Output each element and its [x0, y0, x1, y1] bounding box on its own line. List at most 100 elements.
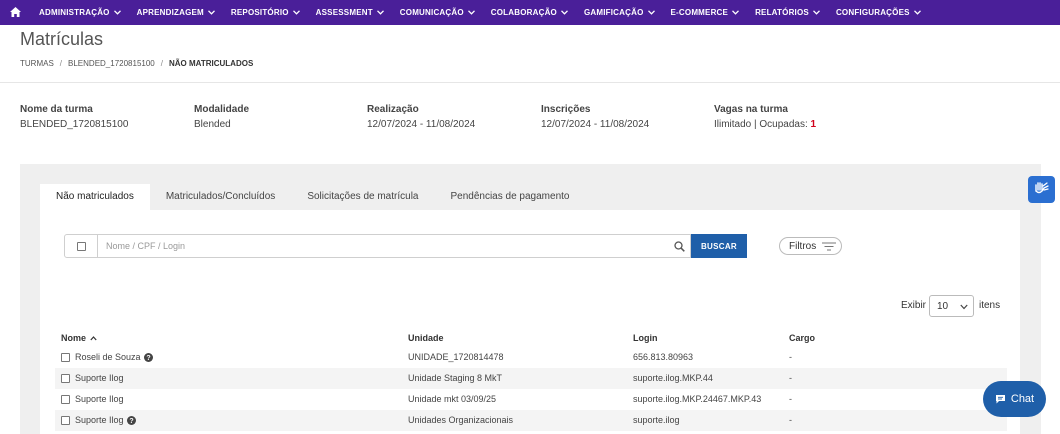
nav-label: E-COMMERCE: [670, 8, 729, 17]
accessibility-button[interactable]: [1028, 176, 1055, 203]
user-name: Suporte Ilog: [75, 373, 124, 383]
cell-unidade: Unidade Staging 8 MkT: [408, 373, 503, 383]
user-name: Roseli de Souza: [75, 352, 141, 362]
row-checkbox[interactable]: [61, 395, 70, 404]
info-label: Inscrições: [541, 104, 591, 115]
cell-nome: Suporte Ilog ?: [61, 410, 136, 431]
nav-comunicacao[interactable]: COMUNICAÇÃO: [400, 0, 475, 25]
tab-nao-matriculados[interactable]: Não matriculados: [40, 184, 150, 210]
tab-pendencias-pagamento[interactable]: Pendências de pagamento: [434, 184, 585, 210]
row-checkbox[interactable]: [61, 374, 70, 383]
nav-relatorios[interactable]: RELATÓRIOS: [755, 0, 820, 25]
info-vagas: Vagas na turma Ilimitado | Ocupadas: 1: [714, 104, 816, 130]
nav-label: REPOSITÓRIO: [230, 8, 289, 17]
itens-label: itens: [979, 300, 1001, 311]
chevron-down-icon: [960, 302, 968, 313]
info-label: Nome da turma: [20, 104, 93, 115]
info-label: Realização: [367, 104, 419, 115]
cell-login: suporte.ilog: [633, 415, 680, 425]
buscar-button[interactable]: BUSCAR: [691, 234, 747, 258]
column-header-unidade: Unidade: [408, 333, 444, 343]
cell-login: suporte.ilog.MKP.44: [633, 373, 713, 383]
svg-text:?: ?: [146, 355, 150, 362]
nav-label: GAMIFICAÇÃO: [583, 8, 644, 17]
breadcrumb: TURMAS / BLENDED_1720815100 / NÃO MATRIC…: [20, 59, 253, 68]
cell-nome: Suporte Ilog: [61, 368, 124, 389]
tab-bar: Não matriculados Matriculados/Concluídos…: [40, 184, 585, 210]
chevron-down-icon: [113, 10, 121, 15]
tab-matriculados-concluidos[interactable]: Matriculados/Concluídos: [150, 184, 292, 210]
cell-unidade: Unidades Organizacionais: [408, 415, 514, 425]
nav-label: COMUNICAÇÃO: [399, 8, 464, 17]
info-inscricoes: Inscrições 12/07/2024 - 11/08/2024: [541, 104, 649, 130]
chevron-down-icon: [561, 10, 568, 15]
user-name: Suporte Ilog: [75, 415, 124, 425]
nav-administracao[interactable]: ADMINISTRAÇÃO: [39, 0, 121, 25]
breadcrumb-item-turma[interactable]: BLENDED_1720815100: [68, 59, 155, 68]
row-checkbox[interactable]: [61, 416, 70, 425]
nav-aprendizagem[interactable]: APRENDIZAGEM: [137, 0, 215, 25]
filter-icon: [822, 242, 837, 251]
info-value: BLENDED_1720815100: [20, 119, 129, 130]
info-value: Ilimitado | Ocupadas: 1: [714, 119, 816, 130]
search-input[interactable]: [98, 235, 668, 257]
user-name: Suporte Ilog: [75, 394, 124, 404]
cell-unidade: Unidade mkt 03/09/25: [408, 394, 497, 404]
column-header-nome[interactable]: Nome: [61, 333, 97, 343]
info-nome-turma: Nome da turma BLENDED_1720815100: [20, 104, 128, 130]
chevron-down-icon: [647, 10, 655, 15]
row-checkbox[interactable]: [61, 353, 70, 362]
home-button[interactable]: [0, 0, 30, 25]
nav-repositorio[interactable]: REPOSITÓRIO: [231, 0, 300, 25]
nav-colaboracao[interactable]: COLABORAÇÃO: [491, 0, 568, 25]
info-value: 12/07/2024 - 11/08/2024: [541, 119, 650, 130]
info-value: 12/07/2024 - 11/08/2024: [367, 119, 476, 130]
nav-configuracoes[interactable]: CONFIGURAÇÕES: [836, 0, 921, 25]
top-navbar: ADMINISTRAÇÃO APRENDIZAGEM REPOSITÓRIO A…: [0, 0, 1060, 25]
cell-cargo: -: [789, 373, 792, 383]
nav-label: CONFIGURAÇÕES: [835, 8, 910, 17]
search-icon[interactable]: [668, 240, 690, 252]
breadcrumb-item-turmas[interactable]: TURMAS: [20, 59, 54, 68]
select-all-cell: [65, 235, 98, 257]
cell-cargo: -: [789, 415, 792, 425]
tab-solicitacoes-matricula[interactable]: Solicitações de matrícula: [291, 184, 434, 210]
exibir-label: Exibir: [901, 300, 927, 311]
home-icon: [9, 4, 21, 22]
nav-label: RELATÓRIOS: [755, 8, 809, 17]
table-row: Suporte Ilog Unidade mkt 03/09/25 suport…: [55, 389, 1007, 410]
cell-login: 656.813.80963: [633, 352, 694, 362]
nav-label: ADMINISTRAÇÃO: [39, 8, 110, 17]
header-divider: [0, 82, 1060, 83]
filtros-label: Filtros: [789, 240, 817, 252]
info-question-icon[interactable]: ?: [143, 353, 153, 362]
column-header-cargo: Cargo: [789, 333, 816, 343]
sort-asc-icon: [90, 335, 97, 341]
nav-label: COLABORAÇÃO: [490, 8, 557, 17]
chevron-down-icon: [467, 10, 475, 15]
info-value: Blended: [194, 119, 231, 130]
nav-ecommerce[interactable]: E-COMMERCE: [671, 0, 740, 25]
select-all-checkbox[interactable]: [76, 241, 86, 251]
nav-assessment[interactable]: ASSESSMENT: [316, 0, 384, 25]
info-modalidade: Modalidade Blended: [194, 104, 249, 130]
chevron-down-icon: [207, 10, 215, 15]
items-per-page-value: 10: [937, 300, 949, 312]
info-question-icon[interactable]: ?: [126, 416, 136, 425]
page-title: Matrículas: [20, 29, 104, 49]
vagas-ocupadas-count: 1: [810, 119, 817, 130]
info-label: Vagas na turma: [714, 104, 788, 115]
chevron-down-icon: [732, 10, 740, 15]
info-label: Modalidade: [194, 104, 250, 115]
chat-button[interactable]: Chat: [983, 381, 1046, 417]
nav-gamificacao[interactable]: GAMIFICAÇÃO: [584, 0, 655, 25]
chat-bubble-icon: [995, 394, 1006, 404]
nav-label: APRENDIZAGEM: [136, 8, 204, 17]
chevron-down-icon: [376, 10, 384, 15]
search-bar: [64, 234, 691, 258]
items-per-page-select[interactable]: 10: [929, 295, 974, 317]
column-header-login: Login: [633, 333, 658, 343]
breadcrumb-separator: /: [59, 59, 63, 68]
cell-cargo: -: [789, 394, 792, 404]
filtros-button[interactable]: Filtros: [779, 237, 842, 255]
